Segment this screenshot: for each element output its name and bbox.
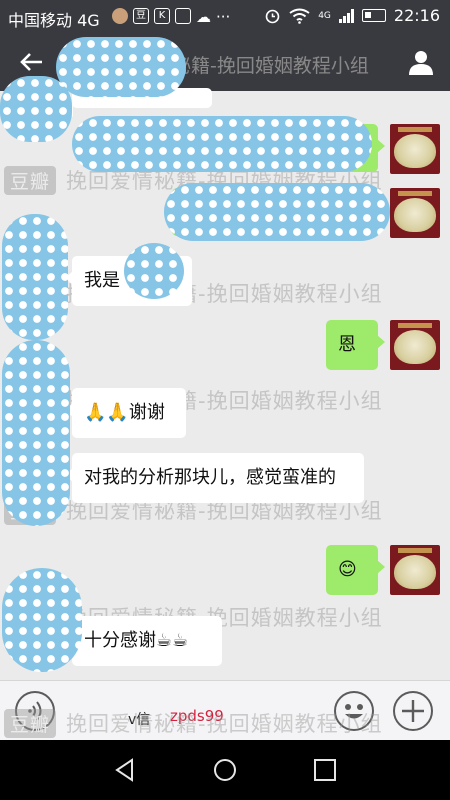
carrier-label: 中国移动 4G — [8, 11, 100, 30]
plus-button[interactable] — [393, 691, 433, 731]
censor-blob — [2, 214, 68, 340]
sent-message-bubble: 😊 — [326, 545, 385, 595]
network-label: 4G — [318, 10, 331, 21]
voice-icon — [28, 701, 42, 721]
censor-blob — [56, 37, 186, 97]
message-text: 恩 — [338, 334, 356, 355]
censor-blob — [72, 116, 372, 172]
alarm-icon — [265, 9, 280, 24]
own-avatar[interactable] — [390, 188, 440, 238]
avatar-notification-icon — [112, 8, 128, 24]
android-nav-bar — [0, 740, 450, 800]
nav-home-icon[interactable] — [212, 757, 238, 783]
plus-icon — [402, 700, 424, 722]
nav-back-icon[interactable] — [112, 757, 138, 783]
battery-icon — [361, 9, 386, 22]
censor-blob — [2, 568, 82, 672]
vx-label: v信 — [128, 712, 151, 728]
own-avatar[interactable] — [390, 545, 440, 595]
vx-id-text: zpds99 — [170, 707, 224, 725]
censor-blob — [124, 243, 184, 299]
message-text: 😊 — [338, 559, 357, 580]
back-arrow-icon[interactable] — [16, 47, 46, 77]
emoji-icon — [345, 704, 363, 719]
notification-icons: 豆 K ☁ ··· — [112, 8, 230, 26]
clock: 22:16 — [393, 6, 440, 25]
censor-blob — [164, 183, 390, 241]
signal-icon — [338, 8, 354, 23]
chat-input-bar: v信 zpds99 — [0, 680, 450, 740]
wifi-icon — [289, 8, 310, 24]
own-avatar[interactable] — [390, 124, 440, 174]
own-avatar[interactable] — [390, 320, 440, 370]
received-message-bubble: 🙏🙏谢谢 — [65, 388, 186, 438]
censor-blob — [2, 340, 70, 526]
message-text: 十分感谢☕☕ — [84, 630, 189, 651]
gallery-notification-icon — [175, 8, 191, 24]
nav-recents-icon[interactable] — [312, 757, 338, 783]
received-message-bubble: 对我的分析那块儿，感觉蛮准的 — [65, 453, 364, 503]
censor-blob — [0, 76, 72, 142]
status-bar: 中国移动 4G 豆 K ☁ ··· 4G 22:16 — [0, 0, 450, 33]
douban-notification-icon: 豆 — [133, 8, 149, 24]
message-text: 对我的分析那块儿，感觉蛮准的 — [84, 467, 336, 488]
cloud-icon: ☁ — [196, 8, 211, 26]
message-text: 我是 — [84, 270, 120, 291]
sent-message-bubble: 恩 — [326, 320, 385, 370]
emoji-button[interactable] — [334, 691, 374, 731]
profile-icon[interactable] — [406, 47, 436, 77]
k-notification-icon: K — [154, 8, 170, 24]
voice-button[interactable] — [15, 691, 55, 731]
more-dots-icon: ··· — [216, 8, 231, 26]
message-text: 🙏🙏谢谢 — [84, 402, 165, 423]
system-icons: 4G 22:16 — [264, 6, 440, 25]
received-message-bubble: 十分感谢☕☕ — [65, 616, 222, 666]
